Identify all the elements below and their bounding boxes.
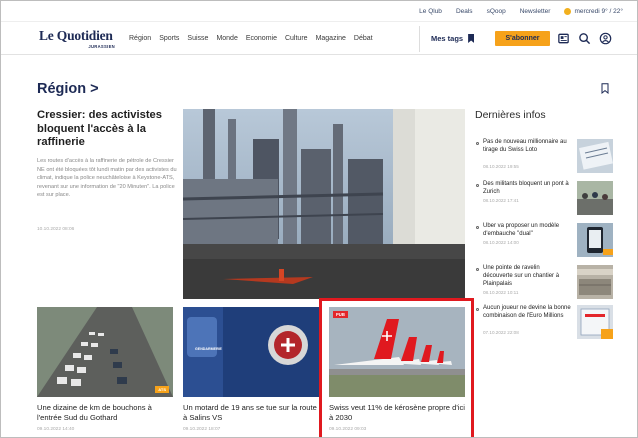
thumbnail-lottery (577, 139, 613, 173)
latest-news-item[interactable]: Des militants bloquent un pont à Zurich … (475, 181, 615, 221)
main-nav: Région Sports Suisse Monde Economie Cult… (129, 35, 373, 42)
mes-tags-button[interactable]: Mes tags (431, 34, 475, 43)
latest-news-date: 08.10.2022 14:00 (483, 240, 519, 245)
source-tag: ATS (155, 386, 169, 393)
latest-news-headline: Des militants bloquent un pont à Zurich (483, 181, 569, 195)
lead-image-refinery[interactable] (183, 109, 465, 299)
nav-item-region[interactable]: Région (129, 35, 151, 42)
latest-news-headline: Uber va proposer un modèle d'embauche "d… (483, 223, 560, 237)
latest-news-title: Dernières infos (475, 109, 546, 121)
nav-item-monde[interactable]: Monde (216, 35, 237, 42)
card-image-gendarmerie: GENDARMERIE (183, 307, 319, 397)
nav-item-culture[interactable]: Culture (285, 35, 308, 42)
lead-date: 10.10.2022 08:06 (37, 227, 75, 232)
bullet-icon (476, 308, 479, 311)
nav-item-magazine[interactable]: Magazine (316, 35, 346, 42)
logo-text: Le Quotidien (39, 28, 113, 43)
thumbnail-uber (577, 223, 613, 257)
latest-news-date: 08.10.2022 10:11 (483, 290, 519, 295)
lead-headline[interactable]: Cressier: des activistes bloquent l'accè… (37, 109, 177, 150)
thumbnail-excavation (577, 265, 613, 299)
bookmark-icon (468, 34, 475, 43)
card-date: 09.10.2022 14:40 (37, 427, 75, 432)
logo-subtext: JURASSIEN (88, 44, 115, 49)
bullet-icon (476, 184, 479, 187)
mes-tags-label: Mes tags (431, 34, 464, 43)
search-icon[interactable] (578, 32, 591, 45)
card-headline: Une dizaine de km de bouchons à l'entrée… (37, 403, 152, 422)
weather-widget[interactable]: mercredi 9° / 22° (564, 7, 623, 15)
site-header: Le Quotidien JURASSIEN Région Sports Sui… (1, 21, 637, 55)
header-divider (419, 26, 420, 52)
highlight-box (319, 298, 474, 437)
util-link-newsletter[interactable]: Newsletter (520, 8, 551, 15)
bookmark-outline-icon[interactable] (601, 83, 609, 94)
latest-news-item[interactable]: Uber va proposer un modèle d'embauche "d… (475, 223, 615, 263)
card-date: 09.10.2022 18:07 (183, 427, 221, 432)
thumbnail-bridge (577, 181, 613, 215)
newspaper-icon[interactable] (557, 32, 570, 45)
latest-news-headline: Pas de nouveau millionnaire au tirage du… (483, 139, 567, 153)
thumbnail-euromillions (577, 305, 613, 339)
sun-icon (564, 7, 572, 15)
section-title[interactable]: Région > (37, 81, 99, 97)
nav-item-sports[interactable]: Sports (159, 35, 179, 42)
refinery-illustration (183, 109, 465, 299)
latest-news-headline: Aucun joueur ne devine la bonne combinai… (483, 305, 571, 319)
latest-news-date: 08.10.2022 17:41 (483, 198, 519, 203)
card-image-traffic: ATS (37, 307, 173, 397)
latest-news-headline: Une pointe de ravelin découverte sur un … (483, 265, 560, 287)
latest-news-item[interactable]: Aucun joueur ne devine la bonne combinai… (475, 305, 615, 345)
nav-item-economie[interactable]: Economie (246, 35, 277, 42)
util-link-qlub[interactable]: Le Qlub (419, 8, 442, 15)
latest-news-date: 07.10.2022 22:08 (483, 330, 519, 335)
weather-text: mercredi 9° / 22° (574, 7, 623, 15)
subscribe-button[interactable]: S'abonner (495, 31, 550, 46)
util-link-sqoop[interactable]: sQoop (487, 8, 506, 15)
browser-page: Le Qlub Deals sQoop Newsletter mercredi … (0, 0, 638, 438)
user-icon[interactable] (599, 32, 612, 45)
card-headline: Un motard de 19 ans se tue sur la route … (183, 403, 317, 422)
nav-item-suisse[interactable]: Suisse (187, 35, 208, 42)
util-link-deals[interactable]: Deals (456, 8, 473, 15)
latest-news-item[interactable]: Pas de nouveau millionnaire au tirage du… (475, 139, 615, 179)
bullet-icon (476, 268, 479, 271)
latest-news-date: 08.10.2022 19:55 (483, 164, 519, 169)
bullet-icon (476, 142, 479, 145)
badge-text: GENDARMERIE (195, 347, 222, 351)
site-logo[interactable]: Le Quotidien JURASSIEN (39, 28, 119, 49)
lead-summary: Les routes d'accès à la raffinerie de pé… (37, 158, 177, 199)
latest-news-item[interactable]: Une pointe de ravelin découverte sur un … (475, 265, 615, 305)
bullet-icon (476, 226, 479, 229)
nav-item-debat[interactable]: Débat (354, 35, 373, 42)
utility-bar: Le Qlub Deals sQoop Newsletter mercredi … (1, 1, 637, 21)
